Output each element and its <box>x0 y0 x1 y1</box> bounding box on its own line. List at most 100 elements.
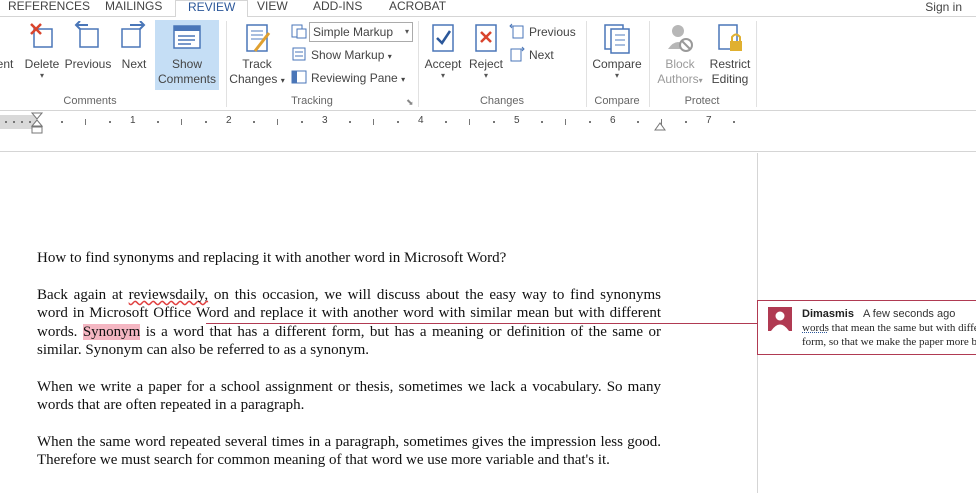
block-authors-button[interactable]: Block Authors▾ <box>652 21 708 91</box>
ruler-tick <box>493 121 495 123</box>
compare-group-label: Compare <box>594 95 640 107</box>
misspelled-word: reviewsdaily, <box>128 287 209 303</box>
block-authors-label-1: Block <box>665 57 695 71</box>
previous-comment-icon <box>74 21 99 48</box>
sign-in-link[interactable]: Sign in <box>925 0 962 14</box>
comment-text-rest: that mean the same but with different fo… <box>802 322 976 348</box>
tab-addins[interactable]: ADD-INS <box>313 0 362 17</box>
comment-balloon[interactable]: Dimasmis A few seconds ago words that me… <box>757 300 976 355</box>
track-changes-icon <box>246 24 271 52</box>
ruler-tick <box>253 121 255 123</box>
ruler-tick <box>637 121 639 123</box>
paragraph-2: When we write a paper for a school assig… <box>37 379 661 414</box>
show-comments-label-2: Comments <box>157 72 216 86</box>
track-changes-label-1: Track <box>242 57 272 71</box>
comment-author: Dimasmis <box>802 308 854 320</box>
group-divider <box>649 21 650 107</box>
delete-comment-icon <box>30 23 53 48</box>
show-comments-button[interactable]: Show Comments <box>155 20 219 90</box>
ruler-tick <box>565 119 566 125</box>
restrict-editing-label-1: Restrict <box>709 57 751 71</box>
next-change-button[interactable]: Next <box>509 46 554 64</box>
previous-comment-button[interactable]: Previous <box>64 21 112 91</box>
commented-text-highlight[interactable]: Synonym <box>82 323 141 340</box>
next-comment-button[interactable]: Next <box>116 21 152 91</box>
accept-label: Accept <box>424 57 462 71</box>
accept-icon <box>432 24 454 52</box>
show-markup-icon <box>292 47 306 61</box>
ruler-tick <box>733 121 735 123</box>
right-indent-marker-icon[interactable] <box>654 121 666 131</box>
chevron-down-icon: ▾ <box>401 75 406 84</box>
comment-text-start: words <box>802 322 829 334</box>
track-changes-label-2: Changes <box>229 72 278 86</box>
ruler-tick <box>685 121 687 123</box>
track-changes-button[interactable]: Track Changes ▾ <box>228 21 286 91</box>
ruler-tick <box>373 119 374 125</box>
ruler-number: 2 <box>226 115 232 126</box>
ribbon-review: ent Delete ▾ Previous Next <box>0 17 976 111</box>
horizontal-ruler[interactable]: 1 2 3 4 5 6 7 <box>0 112 757 134</box>
reviewing-pane-label: Reviewing Pane <box>311 71 398 85</box>
ruler-tick <box>445 121 447 123</box>
restrict-editing-button[interactable]: Restrict Editing <box>708 21 752 91</box>
ruler-tick <box>29 121 31 123</box>
group-divider <box>418 21 419 107</box>
ruler-tick <box>205 121 207 123</box>
previous-change-icon <box>509 23 524 39</box>
ruler-tick <box>349 121 351 123</box>
dialog-launcher-icon[interactable]: ⬊ <box>406 97 414 108</box>
ruler-tick <box>301 121 303 123</box>
next-label: Next <box>121 57 147 71</box>
ruler-tick <box>61 121 63 123</box>
ruler-tick <box>397 121 399 123</box>
display-for-review-dropdown[interactable]: Simple Markup ▾ <box>309 22 413 42</box>
ribbon-tabs: REFERENCES MAILINGS REVIEW VIEW ADD-INS … <box>0 0 976 18</box>
tab-acrobat[interactable]: ACROBAT <box>389 0 446 17</box>
delete-label: Delete <box>24 57 60 71</box>
ruler-number: 4 <box>418 115 424 126</box>
ruler-tick <box>181 119 182 125</box>
new-comment-button[interactable]: ent <box>0 21 20 91</box>
comment-text[interactable]: words that mean the same but with differ… <box>802 321 976 349</box>
chevron-down-icon: ▾ <box>387 52 392 61</box>
ruler-tick <box>589 121 591 123</box>
ruler-tick <box>21 121 23 123</box>
ruler-tick <box>277 119 278 125</box>
reject-label: Reject <box>468 57 503 71</box>
tab-mailings[interactable]: MAILINGS <box>105 0 162 17</box>
user-avatar-icon <box>768 307 792 331</box>
block-authors-label-2: Authors <box>657 72 699 86</box>
chevron-down-icon: ▾ <box>280 76 285 85</box>
previous-label: Previous <box>64 57 112 71</box>
previous-change-button[interactable]: Previous <box>509 23 576 41</box>
protect-group-label: Protect <box>684 95 720 107</box>
show-markup-button[interactable]: Show Markup ▾ <box>291 46 392 64</box>
chevron-down-icon: ▾ <box>440 71 445 80</box>
chevron-down-icon: ▾ <box>404 27 409 36</box>
reviewing-pane-button[interactable]: Reviewing Pane ▾ <box>291 69 405 87</box>
tab-review[interactable]: REVIEW <box>175 0 249 18</box>
delete-comment-button[interactable]: Delete ▾ <box>22 21 62 91</box>
ruler-tick <box>541 121 543 123</box>
accept-button[interactable]: Accept ▾ <box>422 21 464 91</box>
comment-timestamp: A few seconds ago <box>863 308 956 320</box>
show-comments-label-1: Show <box>171 57 203 71</box>
tab-view[interactable]: VIEW <box>257 0 288 17</box>
compare-button[interactable]: Compare ▾ <box>590 21 644 91</box>
group-divider <box>756 21 757 107</box>
new-comment-label: ent <box>0 57 14 71</box>
tab-references[interactable]: REFERENCES <box>8 0 90 17</box>
next-comment-icon <box>121 21 146 48</box>
reject-button[interactable]: Reject ▾ <box>466 21 506 91</box>
reject-icon <box>475 24 497 52</box>
display-for-review-value: Simple Markup <box>313 25 394 39</box>
indent-marker-icon[interactable] <box>31 112 43 134</box>
ruler-tick <box>109 121 111 123</box>
show-comments-icon <box>173 25 201 49</box>
changes-group-label: Changes <box>479 95 525 107</box>
show-markup-label: Show Markup <box>311 48 385 62</box>
group-divider <box>226 21 227 107</box>
ruler-tick <box>5 121 7 123</box>
comments-group-label: Comments <box>63 95 117 107</box>
